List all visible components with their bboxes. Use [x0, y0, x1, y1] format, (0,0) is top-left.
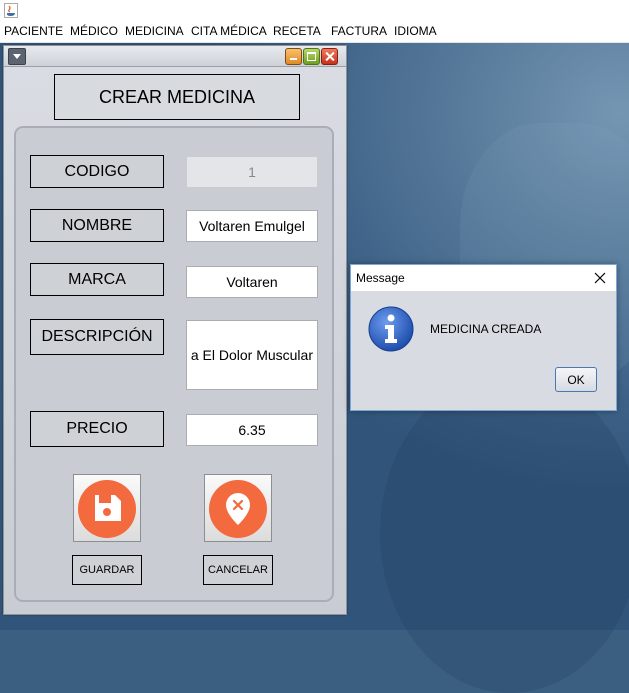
marca-field[interactable] — [186, 266, 318, 298]
codigo-label: CODIGO — [30, 155, 164, 188]
dialog-title: Message — [356, 271, 405, 285]
dialog-titlebar[interactable]: Message — [351, 265, 616, 291]
nombre-label: NOMBRE — [30, 209, 164, 242]
cancel-pin-icon — [209, 480, 267, 538]
nombre-field[interactable] — [186, 210, 318, 242]
menu-cita-medica[interactable]: CITA MÉDICA — [191, 24, 267, 38]
ok-button[interactable]: OK — [555, 367, 597, 392]
menu-receta[interactable]: RECETA — [273, 24, 321, 38]
precio-field[interactable] — [186, 414, 318, 446]
system-menu-icon[interactable] — [8, 48, 26, 65]
java-app-icon[interactable] — [4, 3, 18, 18]
desktop-decoration — [380, 373, 629, 693]
cancelar-button[interactable]: CANCELAR — [203, 555, 273, 585]
dialog-message: MEDICINA CREADA — [430, 322, 542, 336]
info-icon — [368, 306, 414, 352]
descripcion-label: DESCRIPCIÓN — [30, 319, 164, 355]
menu-factura[interactable]: FACTURA — [331, 24, 387, 38]
precio-label: PRECIO — [30, 411, 164, 447]
maximize-button[interactable] — [303, 48, 320, 65]
guardar-icon-button[interactable] — [73, 474, 141, 542]
cancelar-icon-button[interactable] — [204, 474, 272, 542]
menu-idioma[interactable]: IDIOMA — [394, 24, 437, 38]
descripcion-field[interactable]: a El Dolor Muscular — [186, 320, 318, 390]
app-title-strip — [0, 0, 629, 22]
menu-medico[interactable]: MÉDICO — [70, 24, 118, 38]
floppy-disk-icon — [78, 480, 136, 538]
codigo-field — [186, 156, 318, 188]
message-dialog: Message MEDICINA CREADA OK — [350, 264, 617, 411]
marca-label: MARCA — [30, 263, 164, 296]
window-content: CREAR MEDICINA CODIGO NOMBRE MARCA DESCR… — [4, 67, 346, 614]
crear-medicina-window: CREAR MEDICINA CODIGO NOMBRE MARCA DESCR… — [3, 45, 347, 615]
dialog-body: MEDICINA CREADA OK — [351, 291, 616, 410]
window-titlebar[interactable] — [4, 46, 346, 67]
guardar-button[interactable]: GUARDAR — [72, 555, 142, 585]
close-window-button[interactable] — [321, 48, 338, 65]
menu-medicina[interactable]: MEDICINA — [125, 24, 184, 38]
form-panel: CODIGO NOMBRE MARCA DESCRIPCIÓN a El Dol… — [14, 126, 334, 602]
form-title: CREAR MEDICINA — [54, 74, 300, 120]
minimize-button[interactable] — [285, 48, 302, 65]
close-icon[interactable] — [591, 269, 609, 287]
menu-paciente[interactable]: PACIENTE — [4, 24, 63, 38]
menubar: PACIENTE MÉDICO MEDICINA CITA MÉDICA REC… — [0, 22, 629, 43]
descripcion-text: a El Dolor Muscular — [190, 347, 313, 363]
